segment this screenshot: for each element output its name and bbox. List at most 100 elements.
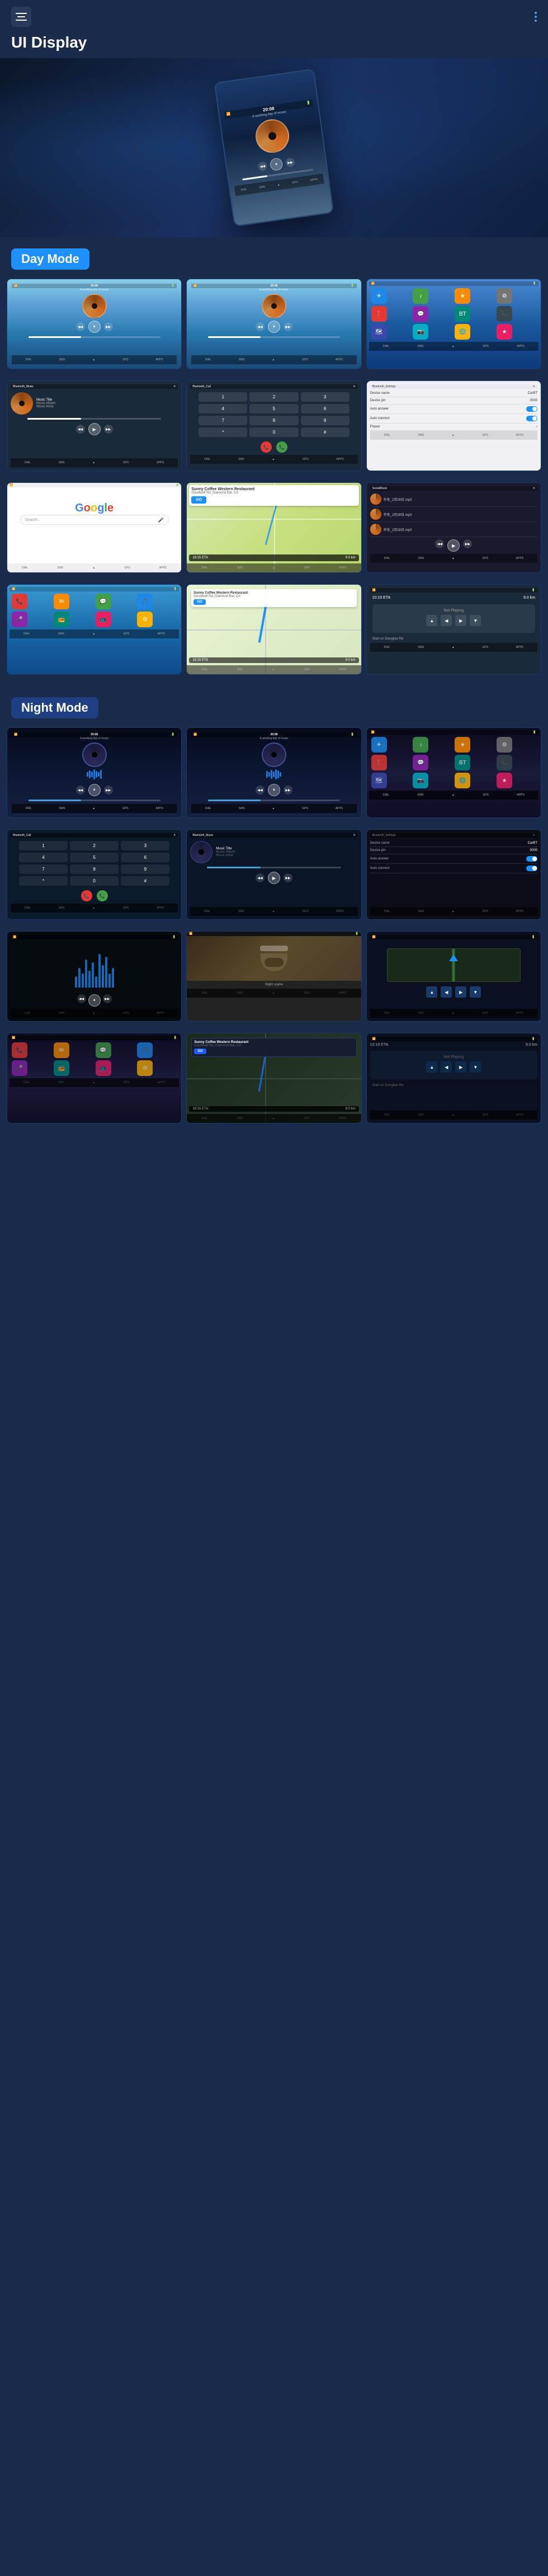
nm1-next[interactable]: ▶▶	[104, 786, 113, 795]
nio-app-7[interactable]: 📺	[96, 1060, 111, 1076]
dial-star[interactable]: *	[199, 427, 247, 437]
ndial-8[interactable]: 8	[70, 864, 119, 874]
sm1-next[interactable]: ▶▶	[104, 322, 113, 331]
ios-app-3[interactable]: 💬	[96, 594, 111, 609]
nh-app-8[interactable]: 📞	[497, 755, 512, 770]
nh-app-9[interactable]: 🗺	[371, 773, 387, 788]
dir-left[interactable]: ◀	[441, 615, 452, 626]
ndial-star[interactable]: *	[19, 876, 68, 886]
ndial-0[interactable]: 0	[70, 876, 119, 886]
menu-button[interactable]	[11, 7, 31, 27]
rest-go[interactable]: GO	[193, 599, 205, 605]
sm1-play[interactable]: ⏸	[88, 321, 101, 333]
bts-auto-connect-toggle[interactable]	[526, 416, 537, 421]
nm1-prev[interactable]: ◀◀	[76, 786, 85, 795]
ios-app-4[interactable]: 🎵	[137, 594, 153, 609]
night-answer-call[interactable]: 📞	[97, 890, 108, 901]
ios-app-7[interactable]: 📺	[96, 612, 111, 627]
sc-next[interactable]: ▶▶	[463, 539, 472, 548]
nio-app-4[interactable]: 🎵	[137, 1042, 153, 1058]
nh-app-6[interactable]: 💬	[413, 755, 428, 770]
nio-app-6[interactable]: 📻	[54, 1060, 69, 1076]
go-button[interactable]: GO	[191, 496, 206, 504]
nw-play[interactable]: ⏸	[88, 994, 101, 1007]
nn-up[interactable]: ▲	[426, 986, 437, 998]
btm-next[interactable]: ▶▶	[104, 425, 113, 434]
dial-2[interactable]: 2	[249, 392, 298, 402]
nw-next[interactable]: ▶▶	[103, 994, 112, 1003]
ndial-hash[interactable]: #	[121, 876, 169, 886]
ndial-5[interactable]: 5	[70, 853, 119, 862]
nh-app-10[interactable]: 📷	[413, 773, 428, 788]
nn-right[interactable]: ▶	[455, 986, 466, 998]
nav-dots[interactable]	[535, 12, 537, 22]
dir-up[interactable]: ▲	[426, 615, 437, 626]
end-call-btn[interactable]: 📞	[261, 441, 272, 453]
sm2-prev[interactable]: ◀◀	[256, 322, 264, 331]
nh-app-1[interactable]: ✈	[371, 737, 387, 753]
app-wechat[interactable]: 💬	[413, 306, 428, 322]
btm-play[interactable]: ▶	[88, 423, 101, 435]
nio-app-3[interactable]: 💬	[96, 1042, 111, 1058]
social-track-2[interactable]: 华东_2月28日.mp3	[370, 507, 537, 522]
ndial-4[interactable]: 4	[19, 853, 68, 862]
bts-auto-answer-toggle[interactable]	[526, 406, 537, 412]
next-btn[interactable]: ▶▶	[285, 157, 295, 167]
play-btn[interactable]: ⏸	[270, 157, 284, 171]
app-maps[interactable]: 📍	[371, 306, 387, 322]
app-music[interactable]: ♪	[413, 288, 428, 304]
ios-app-5[interactable]: 🎤	[12, 612, 27, 627]
ndial-3[interactable]: 3	[121, 841, 169, 850]
dial-3[interactable]: 3	[301, 392, 349, 402]
ndial-9[interactable]: 9	[121, 864, 169, 874]
app-store[interactable]: ★	[497, 324, 512, 340]
sc-prev[interactable]: ◀◀	[435, 539, 444, 548]
nbts-auto-connect-toggle[interactable]	[526, 866, 537, 871]
ios-app-6[interactable]: 📻	[54, 612, 69, 627]
nh-app-4[interactable]: ⚙	[497, 737, 512, 753]
dial-4[interactable]: 4	[199, 404, 247, 413]
google-mic-icon[interactable]: 🎤	[158, 518, 164, 523]
nm1-play[interactable]: ⏸	[88, 784, 101, 796]
nm2-prev[interactable]: ◀◀	[256, 786, 264, 795]
ndial-1[interactable]: 1	[19, 841, 68, 850]
nh-app-12[interactable]: ★	[497, 773, 512, 788]
dial-hash[interactable]: #	[301, 427, 349, 437]
dial-0[interactable]: 0	[249, 427, 298, 437]
app-phone[interactable]: 📞	[497, 306, 512, 322]
app-nav[interactable]: 🗺	[371, 324, 387, 340]
nd-left[interactable]: ◀	[441, 1061, 452, 1073]
nd-up[interactable]: ▲	[426, 1061, 437, 1073]
sc-play[interactable]: ▶	[447, 539, 460, 552]
dir-down[interactable]: ▼	[470, 615, 481, 626]
google-search-bar[interactable]: Search... 🎤	[20, 515, 169, 525]
nh-app-2[interactable]: ♪	[413, 737, 428, 753]
nm2-next[interactable]: ▶▶	[284, 786, 292, 795]
prev-btn[interactable]: ◀◀	[257, 161, 267, 171]
app-telegram[interactable]: ✈	[371, 288, 387, 304]
nh-app-7[interactable]: BT	[455, 755, 470, 770]
nh-app-5[interactable]: 📍	[371, 755, 387, 770]
dial-9[interactable]: 9	[301, 416, 349, 425]
sm1-prev[interactable]: ◀◀	[76, 322, 85, 331]
sm2-next[interactable]: ▶▶	[284, 322, 292, 331]
nio-app-1[interactable]: 📞	[12, 1042, 27, 1058]
nw-prev[interactable]: ◀◀	[77, 994, 86, 1003]
app-settings[interactable]: ⚙	[497, 288, 512, 304]
app-camera[interactable]: 📷	[413, 324, 428, 340]
nn-left[interactable]: ◀	[441, 986, 452, 998]
dial-1[interactable]: 1	[199, 392, 247, 402]
app-bt[interactable]: BT	[455, 306, 470, 322]
nh-app-11[interactable]: 🌐	[455, 773, 470, 788]
app-browser[interactable]: 🌐	[455, 324, 470, 340]
nbts-auto-answer-toggle[interactable]	[526, 856, 537, 862]
social-track-3[interactable]: 华东_2月28日.mp3	[370, 522, 537, 537]
dial-8[interactable]: 8	[249, 416, 298, 425]
ios-app-8[interactable]: ⚙	[137, 612, 153, 627]
nio-app-8[interactable]: ⚙	[137, 1060, 153, 1076]
nbtm-next[interactable]: ▶▶	[284, 873, 292, 882]
nmap-go[interactable]: GO	[194, 1049, 206, 1054]
nio-app-2[interactable]: ✉	[54, 1042, 69, 1058]
social-track-1[interactable]: 华东_2月28日.mp3	[370, 492, 537, 507]
dial-6[interactable]: 6	[301, 404, 349, 413]
